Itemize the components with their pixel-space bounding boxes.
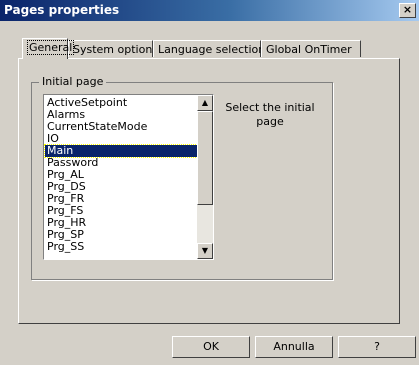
tab-system-options[interactable]: System options — [68, 40, 158, 57]
cancel-button[interactable]: Annulla — [255, 336, 333, 358]
initial-page-listbox[interactable]: ActiveSetpoint Alarms CurrentStateMode IO Ma… — [43, 94, 214, 260]
scroll-up-button[interactable]: ▲ — [197, 95, 213, 111]
tab-general[interactable]: General — [22, 38, 75, 59]
help-button[interactable]: ? — [338, 336, 416, 358]
list-item[interactable]: CurrentStateMode — [45, 121, 197, 133]
close-button[interactable]: × — [399, 3, 416, 18]
tab-language-selection[interactable]: Language selection — [153, 40, 265, 57]
list-item[interactable]: Prg_SS — [45, 241, 197, 253]
scroll-down-button[interactable]: ▼ — [197, 243, 213, 259]
scrollbar-thumb[interactable] — [197, 111, 213, 205]
ok-button[interactable]: OK — [172, 336, 250, 358]
group-label: Initial page — [39, 75, 107, 88]
title-bar[interactable]: Pages properties × — [0, 0, 419, 21]
triangle-up-icon: ▲ — [201, 98, 209, 107]
list-items: ActiveSetpoint Alarms CurrentStateMode IO Ma… — [44, 97, 198, 253]
initial-page-hint: Select the initial page — [225, 101, 315, 128]
triangle-down-icon: ▼ — [201, 246, 209, 255]
vertical-scrollbar[interactable]: ▲ ▼ — [197, 95, 213, 259]
window-title: Pages properties — [4, 3, 120, 17]
tab-global-ontimer[interactable]: Global OnTimer — [261, 40, 361, 57]
